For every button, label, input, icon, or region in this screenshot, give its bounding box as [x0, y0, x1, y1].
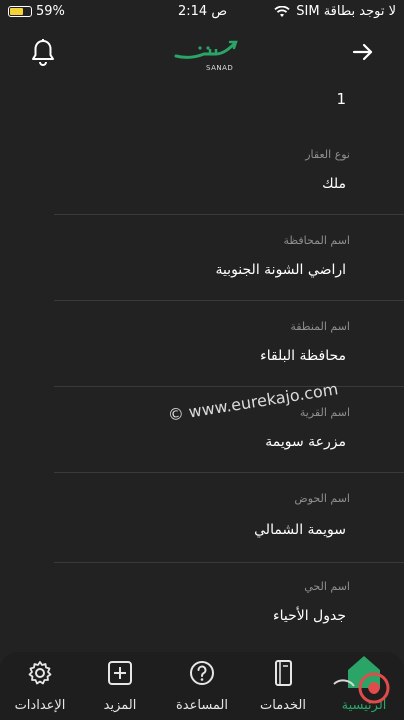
eureka-brand-mark [333, 672, 390, 704]
bell-icon[interactable] [30, 38, 56, 66]
divider [54, 214, 404, 215]
gear-icon [28, 661, 52, 685]
field-label: اسم المنطقة [290, 320, 350, 333]
field-value: جدول الأحياء [273, 608, 346, 624]
battery-group: 59% [8, 4, 65, 19]
sanad-logo-mark [174, 40, 238, 59]
question-circle-icon [190, 661, 214, 685]
divider [54, 386, 404, 387]
tab-help[interactable]: المساعدة [162, 658, 242, 718]
status-bar: 59% 2:14 ص لا توجد بطاقة SIM [0, 0, 404, 24]
field-value: سويمة الشمالي [254, 522, 346, 538]
field-value: مزرعة سويمة [265, 434, 346, 450]
carrier-group: لا توجد بطاقة SIM [274, 4, 396, 19]
tab-settings[interactable]: الإعدادات [0, 658, 80, 718]
divider [54, 300, 404, 301]
wifi-icon [274, 5, 290, 17]
battery-icon [8, 6, 32, 17]
divider [54, 562, 404, 563]
status-time: 2:14 ص [178, 4, 228, 19]
field-value: محافظة البلقاء [260, 348, 346, 364]
tab-label: المزيد [103, 698, 137, 713]
document-icon [275, 660, 292, 686]
tab-label: المساعدة [175, 698, 229, 713]
field-value: اراضي الشونة الجنوبية [215, 262, 346, 278]
arrow-right-icon[interactable] [352, 41, 374, 63]
field-label: اسم المحافظة [283, 234, 351, 247]
sanad-wordmark: SANAD [206, 64, 234, 72]
tab-more[interactable]: المزيد [80, 658, 160, 718]
carrier-text: لا توجد بطاقة SIM [296, 4, 396, 19]
app-header: SANAD [0, 30, 404, 74]
field-value: ملك [322, 176, 346, 192]
battery-percent: 59% [36, 4, 65, 19]
tab-label: الخدمات [260, 698, 306, 713]
first-value: 1 [336, 90, 346, 108]
tab-label: الإعدادات [14, 698, 66, 713]
field-label: اسم القرية [299, 406, 350, 419]
field-label: اسم الحوض [294, 492, 350, 505]
field-label: اسم الحي [304, 580, 350, 593]
divider [54, 472, 404, 473]
sanad-logo: SANAD [170, 38, 240, 72]
plus-square-icon [108, 661, 132, 685]
tab-services[interactable]: الخدمات [243, 658, 323, 718]
field-label: نوع العقار [305, 148, 350, 161]
